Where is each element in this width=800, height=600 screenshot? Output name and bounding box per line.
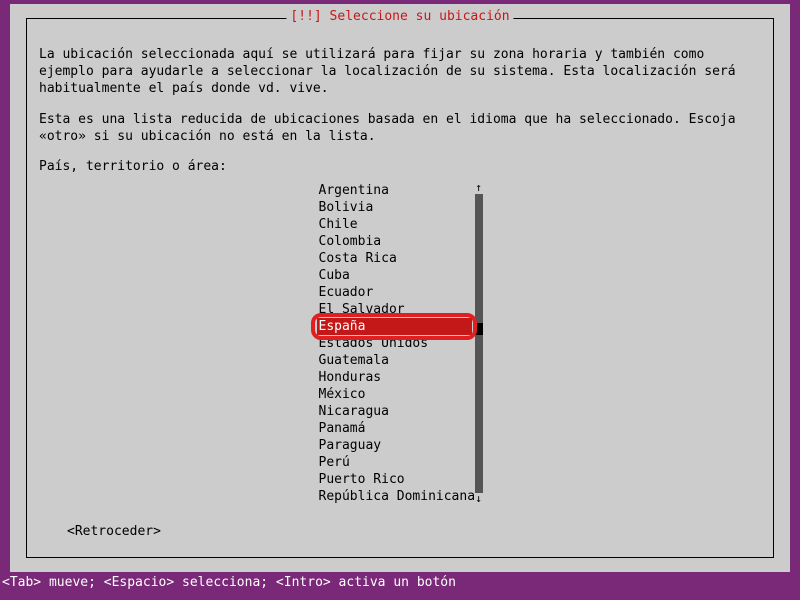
country-list[interactable]: ArgentinaBoliviaChileColombiaCosta RicaC… xyxy=(317,182,472,505)
scrollbar[interactable]: ↑ ↓ xyxy=(474,182,484,505)
scroll-up-arrow-icon[interactable]: ↑ xyxy=(475,182,482,194)
list-item[interactable]: Cuba xyxy=(317,267,472,284)
list-item[interactable]: España xyxy=(317,318,472,335)
scroll-thumb-2[interactable] xyxy=(475,335,483,493)
scroll-thumb[interactable] xyxy=(475,194,483,323)
list-item[interactable]: Estados Unidos xyxy=(317,335,472,352)
list-item[interactable]: Bolivia xyxy=(317,199,472,216)
list-item[interactable]: Honduras xyxy=(317,369,472,386)
prompt-label: País, territorio o área: xyxy=(39,159,761,176)
back-button[interactable]: <Retroceder> xyxy=(67,524,161,539)
list-item[interactable]: Guatemala xyxy=(317,352,472,369)
country-list-wrap: ArgentinaBoliviaChileColombiaCosta RicaC… xyxy=(317,182,484,505)
scroll-thumb-gap xyxy=(475,323,483,335)
list-item[interactable]: República Dominicana xyxy=(317,488,472,505)
list-item[interactable]: México xyxy=(317,386,472,403)
description-2: Esta es una lista reducida de ubicacione… xyxy=(39,112,761,146)
list-item[interactable]: Perú xyxy=(317,454,472,471)
list-item[interactable]: El Salvador xyxy=(317,301,472,318)
scroll-down-arrow-icon[interactable]: ↓ xyxy=(475,493,482,505)
installer-dialog-frame: [!!] Seleccione su ubicación La ubicació… xyxy=(10,4,790,572)
list-item[interactable]: Nicaragua xyxy=(317,403,472,420)
list-item[interactable]: Puerto Rico xyxy=(317,471,472,488)
list-item[interactable]: Paraguay xyxy=(317,437,472,454)
dialog-content: La ubicación seleccionada aquí se utiliz… xyxy=(27,19,773,517)
list-item[interactable]: Chile xyxy=(317,216,472,233)
list-item[interactable]: Colombia xyxy=(317,233,472,250)
list-item[interactable]: Costa Rica xyxy=(317,250,472,267)
description-1: La ubicación seleccionada aquí se utiliz… xyxy=(39,47,761,98)
dialog-title: [!!] Seleccione su ubicación xyxy=(286,9,513,24)
list-item[interactable]: Ecuador xyxy=(317,284,472,301)
list-item[interactable]: Panamá xyxy=(317,420,472,437)
status-bar: <Tab> mueve; <Espacio> selecciona; <Intr… xyxy=(0,575,800,590)
list-item[interactable]: Argentina xyxy=(317,182,472,199)
country-list-area: ArgentinaBoliviaChileColombiaCosta RicaC… xyxy=(39,182,761,505)
dialog-border: [!!] Seleccione su ubicación La ubicació… xyxy=(26,18,774,558)
scroll-track[interactable] xyxy=(475,194,483,493)
